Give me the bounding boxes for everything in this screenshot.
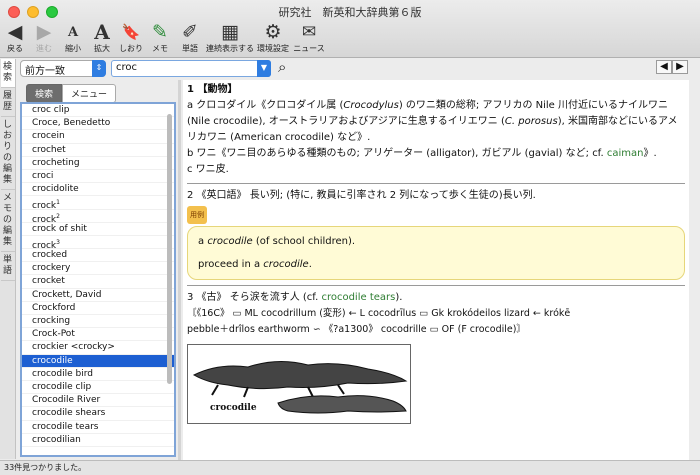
list-item[interactable]: crocodile shears — [22, 407, 174, 421]
list-item[interactable]: crock1 — [22, 196, 174, 211]
sense-1: 1 【動物】 a クロコダイル《クロコダイル属 (Crocodylus) のワニ… — [187, 82, 685, 178]
divider — [187, 285, 685, 286]
divider — [187, 183, 685, 184]
etymology-line-2: pebble＋drîlos earthworm ∽ 《?a1300》 cocod… — [187, 324, 526, 335]
large-a-icon: A — [94, 20, 110, 44]
shrink-font-button[interactable]: A 縮小 — [60, 18, 86, 54]
bookmark-button[interactable]: 🔖 しおり — [118, 18, 144, 54]
entry-nav: ◀ ▶ — [656, 60, 688, 74]
sense-1b: b ワニ《ワニ目のあらゆる種類のもの; アリゲーター (alligator), … — [187, 148, 657, 159]
app-window: 研究社 新英和大辞典第６版 ◀ 戻る ▶ 進む A 縮小 A 拡大 🔖 しおり — [0, 0, 700, 475]
vertical-tab-strip: 検索 履歴 しおりの編集 メモの編集 単語 — [0, 59, 16, 459]
list-item[interactable]: croci — [22, 170, 174, 184]
list-item[interactable]: crochet — [22, 144, 174, 157]
small-a-icon: A — [67, 24, 79, 40]
bookmark-icon: 🔖 — [121, 23, 141, 41]
list-scrollbar[interactable] — [167, 114, 172, 384]
etymology-line-1: 〘《16C》 ▭ ML cocodrillum (変形) ← L cocodrī… — [187, 308, 571, 319]
sense-1a: a クロコダイル《クロコダイル属 (Crocodylus) のワニ類の総称; ア… — [187, 100, 678, 143]
sense-3: 3 《古》 そら涙を流す人 (cf. crocodile tears). 〘《1… — [187, 290, 685, 338]
example-badge[interactable]: 用例 — [187, 206, 207, 224]
list-item[interactable]: crocodile tears — [22, 421, 174, 434]
list-item[interactable]: Crocodile River — [22, 394, 174, 408]
enlarge-font-button[interactable]: A 拡大 — [89, 18, 115, 54]
word-pen-icon: ✐ — [182, 21, 198, 43]
list-item[interactable]: crock3 — [22, 236, 174, 251]
status-bar: 33件見つかりました。 — [0, 460, 700, 475]
list-item[interactable]: crocodile — [22, 354, 174, 368]
memo-icon: ✎ — [152, 21, 168, 43]
back-button[interactable]: ◀ 戻る — [2, 18, 28, 54]
news-icon: ✉ — [301, 22, 317, 42]
list-item[interactable]: crock of shit — [22, 223, 174, 236]
list-item[interactable]: crockier <crocky> — [22, 341, 174, 355]
news-button[interactable]: ✉ ニュース — [293, 18, 325, 54]
list-mode-segmented: 検索 メニュー — [26, 84, 117, 103]
homograph-number: 1 — [56, 199, 60, 207]
sense-1-head: 1 【動物】 — [187, 84, 238, 95]
sense-1c: c ワニ皮. — [187, 164, 229, 175]
forward-button[interactable]: ▶ 進む — [31, 18, 57, 54]
list-item[interactable]: croc clip — [22, 104, 174, 118]
illustration-caption: crocodile — [210, 403, 257, 413]
prev-entry-icon[interactable]: ◀ — [656, 60, 672, 74]
gear-icon: ⚙ — [264, 21, 282, 43]
grid-icon: ▦ — [221, 21, 239, 43]
caiman-link[interactable]: caiman — [607, 148, 644, 159]
list-item[interactable]: crocodile clip — [22, 381, 174, 395]
example-box: a crocodile (of school children). procee… — [187, 226, 685, 280]
list-item[interactable]: crocked — [22, 249, 174, 263]
tab-search[interactable]: 検索 — [0, 59, 15, 88]
word-button[interactable]: ✐ 単語 — [176, 18, 204, 54]
list-item[interactable]: Crockford — [22, 302, 174, 315]
list-item[interactable]: crocket — [22, 275, 174, 289]
entry-content: 1 【動物】 a クロコダイル《クロコダイル属 (Crocodylus) のワニ… — [183, 80, 689, 460]
tab-memo-edit[interactable]: メモの編集 — [0, 190, 15, 252]
next-entry-icon[interactable]: ▶ — [672, 60, 688, 74]
list-item[interactable]: crockery — [22, 262, 174, 276]
tab-words[interactable]: 単語 — [0, 252, 15, 281]
tab-history[interactable]: 履歴 — [0, 88, 15, 117]
memo-button[interactable]: ✎ メモ — [147, 18, 173, 54]
preferences-button[interactable]: ⚙ 環境設定 — [256, 18, 290, 54]
example-1: a crocodile (of school children). — [198, 236, 356, 247]
chevron-updown-icon: ⇕ — [92, 60, 106, 77]
list-item[interactable]: crocidolite — [22, 183, 174, 197]
crocodile-illustration[interactable]: crocodile — [187, 344, 411, 424]
chevron-down-icon[interactable]: ▼ — [257, 60, 271, 77]
list-item[interactable]: crock2 — [22, 210, 174, 225]
segment-menu[interactable]: メニュー — [62, 84, 117, 103]
sense-2: 2 《英口語》 長い列; (特に, 教員に引率され 2 列になって歩く生徒の)長… — [187, 188, 685, 280]
back-arrow-icon: ◀ — [7, 21, 23, 43]
list-item[interactable]: crocheting — [22, 157, 174, 170]
homograph-number: 2 — [56, 212, 60, 220]
titlebar: 研究社 新英和大辞典第６版 ◀ 戻る ▶ 進む A 縮小 A 拡大 🔖 しおり — [0, 0, 700, 58]
segment-search[interactable]: 検索 — [26, 84, 63, 103]
tab-bookmark-edit[interactable]: しおりの編集 — [0, 117, 15, 190]
list-item[interactable]: crocein — [22, 130, 174, 144]
list-item[interactable]: Crock-Pot — [22, 328, 174, 342]
continuous-display-button[interactable]: ▦ 連続表示する — [206, 18, 254, 54]
pane-divider[interactable] — [178, 80, 181, 460]
list-item[interactable]: crocodilian — [22, 434, 174, 447]
list-item[interactable]: Crockett, David — [22, 289, 174, 302]
toolbar: ◀ 戻る ▶ 進む A 縮小 A 拡大 🔖 しおり ✎ メモ ✐ 単語 ▦ 連続… — [2, 18, 328, 54]
search-icon[interactable]: ⌕ — [278, 58, 286, 76]
list-item[interactable]: crocodile bird — [22, 368, 174, 381]
crocodile-tears-link[interactable]: crocodile tears — [321, 292, 395, 303]
homograph-number: 3 — [56, 238, 60, 246]
match-mode-select[interactable]: 前方一致 ⇕ — [20, 60, 106, 77]
forward-arrow-icon: ▶ — [36, 21, 52, 43]
example-2: proceed in a crocodile. — [198, 259, 312, 270]
list-item[interactable]: crocking — [22, 315, 174, 329]
word-list[interactable]: croc clip Croce, Benedetto crocein crochet c… — [20, 102, 176, 457]
list-item[interactable]: Croce, Benedetto — [22, 117, 174, 131]
search-input[interactable]: croc ▼ — [111, 60, 271, 77]
